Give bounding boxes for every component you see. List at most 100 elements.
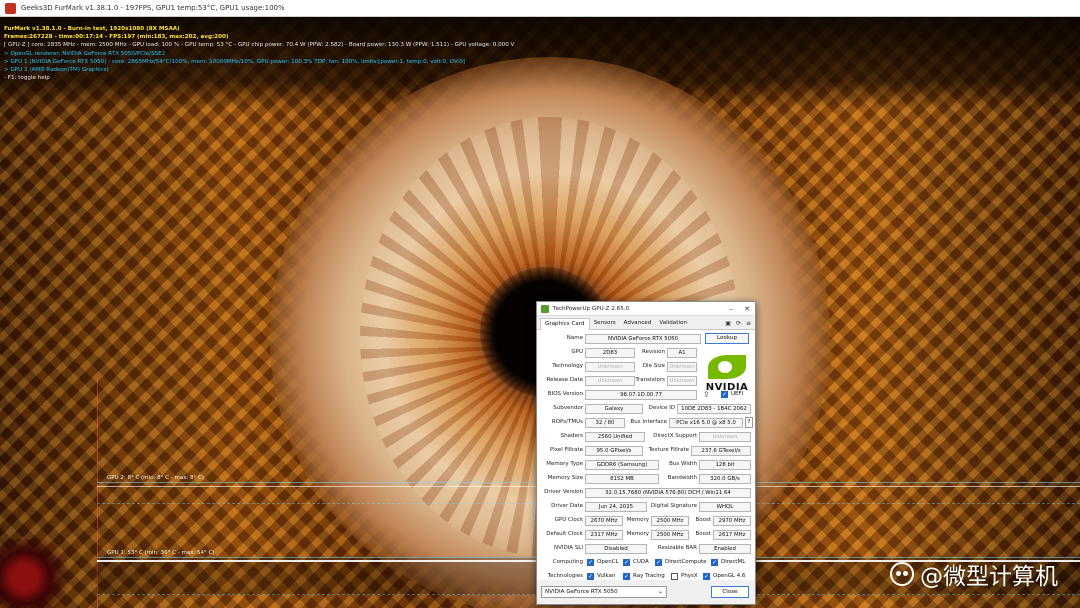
- row-name: Name NVIDIA GeForce RTX 5050 Lookup: [537, 332, 757, 346]
- bandwidth-label: Bandwidth: [667, 475, 697, 481]
- release-date-label: Release Date: [546, 377, 583, 383]
- texture-fillrate-value[interactable]: 237.6 GTexel/s: [691, 445, 751, 456]
- rops-tmus-label: ROPs/TMUs: [551, 419, 583, 425]
- gpu-clock-memory-value[interactable]: 2500 MHz: [651, 515, 689, 526]
- refresh-icon[interactable]: ⟳: [736, 320, 741, 327]
- directcompute-label: DirectCompute: [665, 559, 707, 565]
- default-clock-value[interactable]: 2317 MHz: [585, 529, 623, 540]
- physx-label: PhysX: [681, 573, 698, 579]
- vulkan-label: Vulkan: [597, 573, 616, 579]
- cuda-checkbox[interactable]: [623, 559, 630, 566]
- bus-interface-value[interactable]: PCIe x16 5.0 @ x8 5.0: [669, 417, 743, 428]
- default-clock-memory-value[interactable]: 2500 MHz: [651, 529, 689, 540]
- share-icon[interactable]: ⇪: [703, 390, 710, 399]
- revision-value[interactable]: A1: [667, 347, 697, 358]
- driver-date-label: Driver Date: [551, 503, 583, 509]
- row-subvendor: Subvendor Galaxy Device ID 10DE 2D83 - 1…: [537, 402, 757, 416]
- gpu-clock-memory-label: Memory: [626, 517, 649, 523]
- directcompute-checkbox[interactable]: [655, 559, 662, 566]
- minimize-icon[interactable]: –: [723, 305, 739, 313]
- memory-size-label: Memory Size: [547, 475, 583, 481]
- digital-signature-value[interactable]: WHQL: [699, 501, 751, 512]
- tab-advanced[interactable]: Advanced: [620, 318, 656, 329]
- tab-sensors[interactable]: Sensors: [590, 318, 620, 329]
- close-button[interactable]: Close: [711, 586, 749, 598]
- opengl-checkbox[interactable]: [703, 573, 710, 580]
- gpu2-temp-label: GPU 2: 8° C (min: 8° C - max: 8° C): [107, 475, 205, 481]
- bus-width-label: Bus Width: [669, 461, 697, 467]
- overlay-line-2: [ GPU-Z ] core: 2835 MHz - mem: 2500 MHz…: [4, 42, 515, 49]
- vulkan-checkbox[interactable]: [587, 573, 594, 580]
- gpu-value[interactable]: 2D83: [585, 347, 635, 358]
- row-gpu-clock: GPU Clock 2670 MHz Memory 2500 MHz Boost…: [537, 514, 757, 528]
- driver-version-label: Driver Version: [544, 489, 583, 495]
- physx-checkbox[interactable]: [671, 573, 678, 580]
- name-value[interactable]: NVIDIA GeForce RTX 5050: [585, 333, 701, 344]
- stats-overlay: FurMark v1.38.1.0 - Burn-in test, 1920x1…: [4, 25, 514, 82]
- memory-size-value[interactable]: 8152 MB: [585, 473, 659, 484]
- gpu-clock-boost-value[interactable]: 2970 MHz: [713, 515, 751, 526]
- furmark-titlebar[interactable]: Geeks3D FurMark v1.38.1.0 - 197FPS, GPU1…: [0, 0, 1080, 17]
- row-rops: ROPs/TMUs 32 / 80 Bus Interface PCIe x16…: [537, 416, 757, 430]
- default-clock-label: Default Clock: [546, 531, 583, 537]
- transistors-value[interactable]: Unknown: [667, 375, 697, 386]
- nvidia-sli-value[interactable]: Disabled: [585, 543, 647, 554]
- lookup-button[interactable]: Lookup: [705, 333, 749, 344]
- watermark-logo-icon: [890, 562, 914, 586]
- gpuz-toolbar: ▣ ⟳ ≡: [725, 320, 751, 327]
- bus-width-value[interactable]: 128 bit: [699, 459, 751, 470]
- default-clock-boost-value[interactable]: 2617 MHz: [713, 529, 751, 540]
- digital-signature-label: Digital Signature: [650, 503, 697, 509]
- rops-tmus-value[interactable]: 32 / 80: [585, 417, 625, 428]
- pixel-fillrate-value[interactable]: 95.0 GPixel/s: [585, 445, 643, 456]
- menu-icon[interactable]: ≡: [746, 320, 751, 327]
- furmark-app-icon: [5, 2, 16, 14]
- technology-value[interactable]: Unknown: [585, 361, 635, 372]
- memory-type-value[interactable]: GDDR6 (Samsung): [585, 459, 659, 470]
- nvidia-eye-icon: [708, 355, 746, 379]
- uefi-checkbox[interactable]: [721, 391, 728, 398]
- driver-version-value[interactable]: 32.0.15.7680 (NVIDIA 576.80) DCH / Win11…: [585, 487, 751, 498]
- directx-support-value[interactable]: Unknown: [699, 431, 751, 442]
- watermark-text: @微型计算机: [920, 564, 1058, 590]
- directx-support-label: DirectX Support: [653, 433, 697, 439]
- gpuz-graphics-card-panel: Name NVIDIA GeForce RTX 5050 Lookup GPU …: [537, 330, 755, 580]
- device-id-value[interactable]: 10DE 2D83 - 1B4C 2062: [677, 403, 751, 414]
- computing-label: Computing: [552, 559, 583, 565]
- resizable-bar-value[interactable]: Enabled: [699, 543, 751, 554]
- card-select-value: NVIDIA GeForce RTX 5050: [545, 589, 618, 595]
- gpuz-titlebar[interactable]: TechPowerUp GPU-Z 2.65.0 – ✕: [537, 302, 755, 316]
- technologies-label: Technologies: [547, 573, 583, 579]
- gpu-clock-value[interactable]: 2670 MHz: [585, 515, 623, 526]
- name-label: Name: [566, 335, 583, 341]
- close-icon[interactable]: ✕: [739, 305, 755, 313]
- release-date-value[interactable]: Unknown: [585, 375, 635, 386]
- card-select[interactable]: NVIDIA GeForce RTX 5050 ⌄: [541, 586, 667, 598]
- camera-icon[interactable]: ▣: [725, 320, 731, 327]
- tab-graphics-card[interactable]: Graphics Card: [540, 318, 590, 330]
- bus-info-button[interactable]: ?: [745, 417, 753, 428]
- driver-date-value[interactable]: Jun 24, 2025: [585, 501, 647, 512]
- directml-checkbox[interactable]: [711, 559, 718, 566]
- row-nvidia-sli: NVIDIA SLI Disabled Resizable BAR Enable…: [537, 542, 757, 556]
- gpuz-window[interactable]: TechPowerUp GPU-Z 2.65.0 – ✕ Graphics Ca…: [536, 301, 756, 605]
- transistors-label: Transistors: [635, 377, 665, 383]
- die-size-value[interactable]: Unknown: [667, 361, 697, 372]
- bandwidth-value[interactable]: 320.0 GB/s: [699, 473, 751, 484]
- bios-version-value[interactable]: 98.07.1D.00.77: [585, 389, 697, 400]
- gpu1-temp-label: GPU 1: 53° C (min: 36° C - max: 54° C): [107, 550, 215, 556]
- ray-tracing-checkbox[interactable]: [623, 573, 630, 580]
- opencl-checkbox[interactable]: [587, 559, 594, 566]
- row-fillrate: Pixel Fillrate 95.0 GPixel/s Texture Fil…: [537, 444, 757, 458]
- row-driver-version: Driver Version 32.0.15.7680 (NVIDIA 576.…: [537, 486, 757, 500]
- subvendor-value[interactable]: Galaxy: [585, 403, 643, 414]
- row-shaders: Shaders 2560 Unified DirectX Support Unk…: [537, 430, 757, 444]
- uefi-label: UEFI: [731, 391, 744, 397]
- gpuz-tabbar: Graphics Card Sensors Advanced Validatio…: [537, 316, 755, 330]
- tab-validation[interactable]: Validation: [655, 318, 691, 329]
- gpu-clock-label: GPU Clock: [554, 517, 583, 523]
- chevron-down-icon: ⌄: [657, 588, 663, 595]
- shaders-value[interactable]: 2560 Unified: [585, 431, 645, 442]
- overlay-line-0: FurMark v1.38.1.0 - Burn-in test, 1920x1…: [4, 26, 180, 32]
- ray-tracing-label: Ray Tracing: [633, 573, 665, 579]
